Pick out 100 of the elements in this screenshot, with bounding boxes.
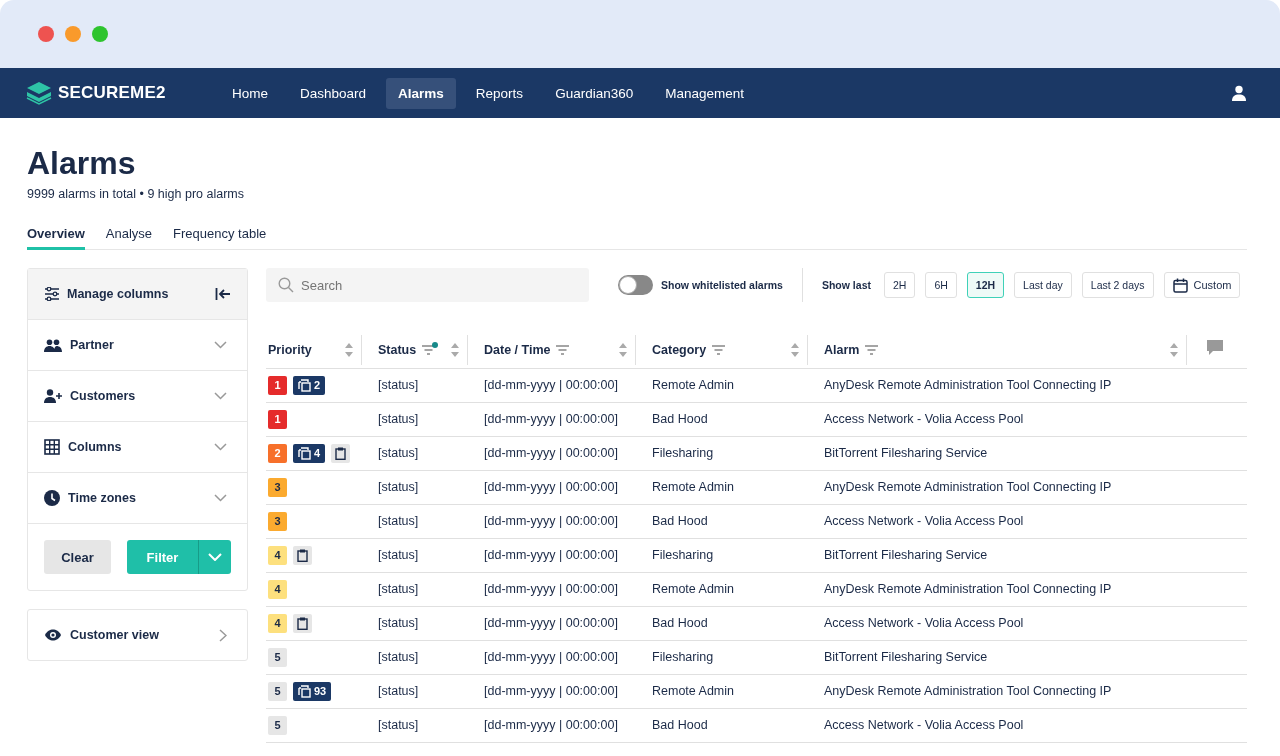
time-range-button[interactable]: 2H (883, 272, 916, 298)
page-title: Alarms (27, 144, 137, 182)
nav-link[interactable]: Alarms (386, 77, 456, 109)
calendar-icon (1172, 277, 1188, 293)
toggle-switch[interactable] (618, 275, 653, 295)
column-header[interactable]: Status (378, 342, 417, 357)
column-header[interactable]: Category (652, 342, 707, 357)
status-cell: [status] (378, 718, 419, 732)
filter-section[interactable]: Partner (28, 320, 247, 371)
comment-icon[interactable] (1207, 340, 1223, 357)
clipboard-icon[interactable] (293, 613, 312, 633)
search-field[interactable]: Search (266, 268, 589, 302)
priority-badge: 3 (268, 477, 287, 497)
people-icon (44, 338, 62, 352)
status-cell: [status] (378, 446, 419, 460)
customer-view-item[interactable]: Customer view (27, 609, 248, 661)
priority-badge: 5 (268, 681, 287, 701)
nav-link[interactable]: Reports (463, 77, 536, 109)
priority-badge: 3 (268, 511, 287, 531)
time-range-button[interactable]: 6H (925, 272, 957, 298)
date-time-cell: [dd-mm-yyyy | 00:00:00] (484, 548, 618, 562)
time-range-button[interactable]: Last day (1014, 272, 1072, 298)
duplicates-badge[interactable]: 4 (293, 443, 326, 463)
date-time-cell: [dd-mm-yyyy | 00:00:00] (484, 718, 618, 732)
column-header[interactable]: Date / Time (484, 342, 551, 357)
category-cell: Filesharing (652, 650, 714, 664)
chevron-right-icon (219, 628, 227, 642)
column-header[interactable]: Priority (268, 342, 312, 357)
date-time-cell: [dd-mm-yyyy | 00:00:00] (484, 378, 618, 392)
tab[interactable]: Frequency table (173, 226, 267, 250)
filter-section[interactable]: Columns (28, 422, 247, 473)
date-time-cell: [dd-mm-yyyy | 00:00:00] (484, 446, 618, 460)
category-cell: Remote Admin (652, 582, 734, 596)
duplicates-badge[interactable]: 2 (293, 375, 326, 395)
status-cell: [status] (378, 548, 419, 562)
status-cell: [status] (378, 616, 419, 630)
filter-icon[interactable] (865, 344, 879, 355)
alarm-cell: Access Network - Volia Access Pool (824, 514, 1024, 528)
column-header[interactable]: Alarm (824, 342, 860, 357)
alarm-cell: AnyDesk Remote Administration Tool Connecting IP (824, 684, 1112, 698)
tab[interactable]: Analyse (105, 226, 153, 250)
sort-icon[interactable] (791, 342, 799, 357)
clock-icon (44, 490, 60, 506)
sort-icon[interactable] (345, 342, 353, 357)
priority-badge: 4 (268, 545, 287, 565)
logo-icon (26, 81, 52, 105)
date-time-cell: [dd-mm-yyyy | 00:00:00] (484, 650, 618, 664)
priority-badge: 1 (268, 375, 287, 395)
priority-badge: 4 (268, 613, 287, 633)
clear-button[interactable]: Clear (44, 540, 111, 574)
category-cell: Filesharing (652, 446, 714, 460)
filter-section[interactable]: Customers (28, 371, 247, 422)
status-cell: [status] (378, 514, 419, 528)
alarm-cell: Access Network - Volia Access Pool (824, 412, 1024, 426)
caret-icon (208, 553, 222, 561)
close-dot[interactable] (38, 26, 54, 42)
collapse-icon[interactable] (215, 287, 231, 301)
clipboard-icon[interactable] (293, 545, 312, 565)
category-cell: Bad Hood (652, 514, 708, 528)
category-cell: Remote Admin (652, 480, 734, 494)
category-cell: Remote Admin (652, 378, 734, 392)
alarm-cell: BitTorrent Filesharing Service (824, 548, 988, 562)
clipboard-icon[interactable] (331, 443, 351, 463)
date-time-cell: [dd-mm-yyyy | 00:00:00] (484, 480, 618, 494)
time-range-button[interactable]: 12H (966, 272, 1005, 298)
nav-link[interactable]: Home (220, 77, 280, 109)
nav-link[interactable]: Management (653, 77, 756, 109)
priority-badge: 1 (268, 409, 287, 429)
show-last-label: Show last (821, 279, 871, 291)
filter-icon[interactable] (556, 344, 570, 355)
sort-icon[interactable] (619, 342, 627, 357)
duplicates-badge[interactable]: 93 (293, 681, 332, 701)
filter-dropdown-button[interactable] (198, 540, 231, 574)
category-cell: Bad Hood (652, 616, 708, 630)
filter-icon[interactable] (422, 344, 436, 355)
custom-range-button[interactable]: Custom (1163, 272, 1241, 298)
time-range-button[interactable]: Last 2 days (1081, 272, 1154, 298)
priority-badge: 4 (268, 579, 287, 599)
maximize-dot[interactable] (92, 26, 108, 42)
filter-section[interactable]: Time zones (28, 473, 247, 524)
user-icon[interactable] (1231, 85, 1247, 101)
sort-icon[interactable] (1170, 342, 1178, 357)
date-time-cell: [dd-mm-yyyy | 00:00:00] (484, 684, 618, 698)
eye-icon (44, 629, 62, 641)
category-cell: Remote Admin (652, 684, 734, 698)
status-cell: [status] (378, 582, 419, 596)
nav-link[interactable]: Dashboard (288, 77, 379, 109)
filter-icon[interactable] (712, 344, 726, 355)
sort-icon[interactable] (451, 342, 459, 357)
sliders-icon (44, 287, 60, 301)
priority-badge: 5 (268, 715, 287, 735)
category-cell: Bad Hood (652, 412, 708, 426)
alarm-cell: AnyDesk Remote Administration Tool Connecting IP (824, 480, 1112, 494)
priority-badge: 2 (268, 443, 287, 463)
page-subtitle: 9999 alarms in total • 9 high pro alarms (27, 187, 245, 201)
alarm-cell: BitTorrent Filesharing Service (824, 446, 988, 460)
nav-link[interactable]: Guardian360 (543, 77, 646, 109)
add-user-icon (44, 389, 62, 403)
tab[interactable]: Overview (27, 226, 85, 250)
minimize-dot[interactable] (65, 26, 81, 42)
